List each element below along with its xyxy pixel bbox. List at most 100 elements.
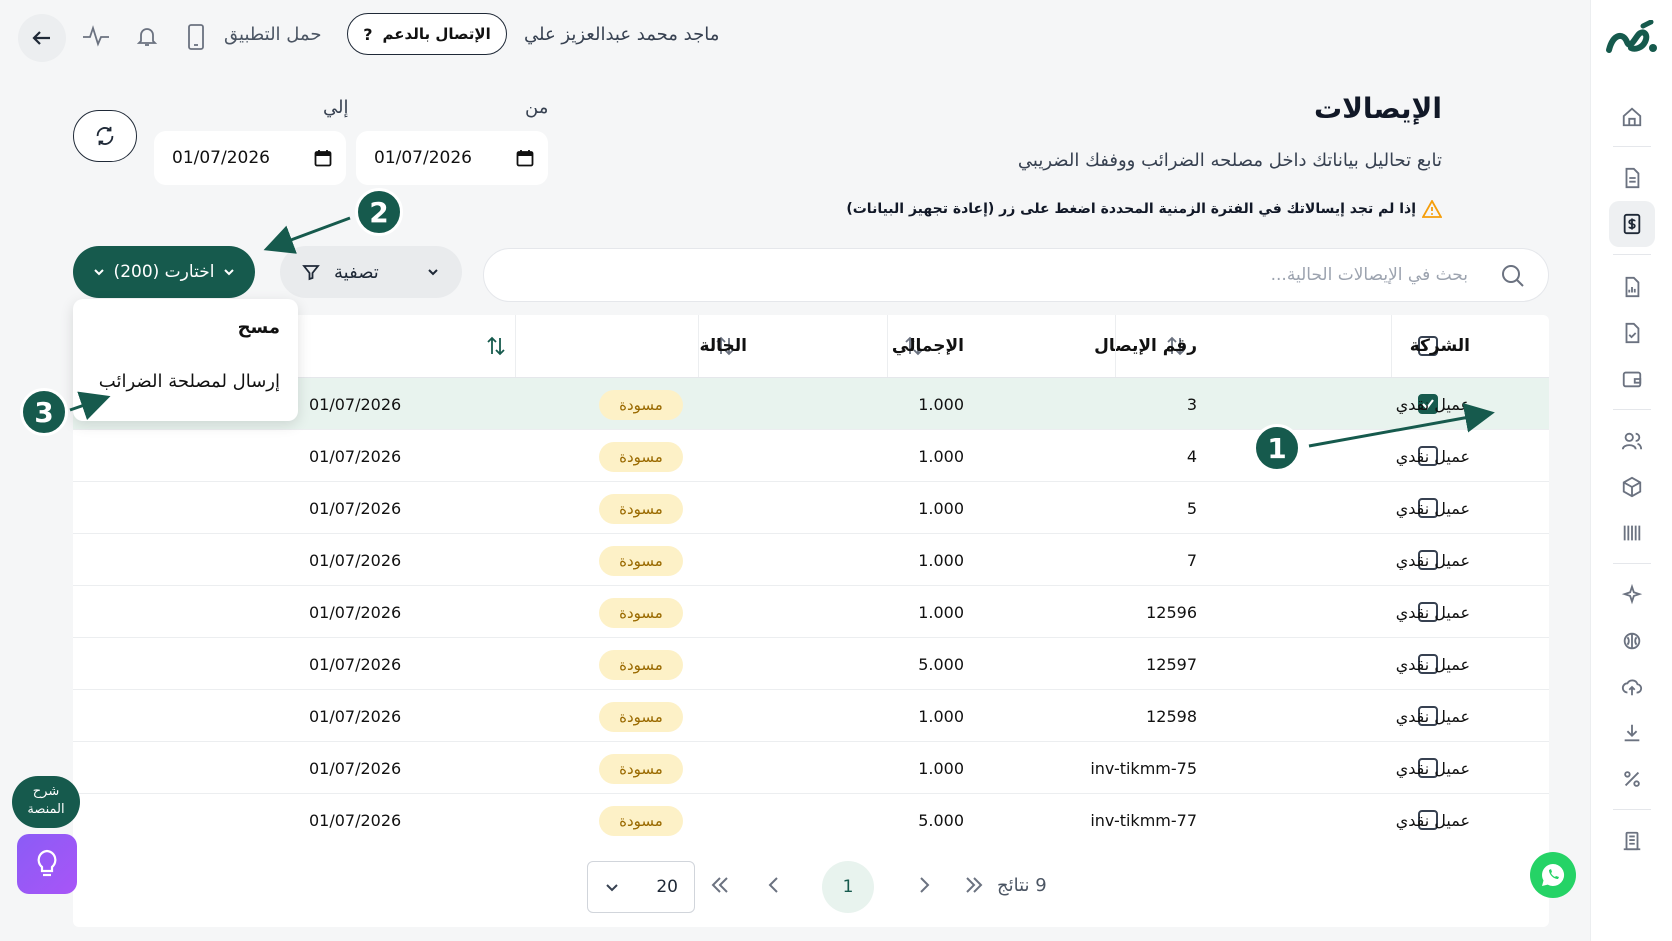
table-row[interactable]: عميل نقدي 12598 1.000 مسودة 01/07/2026 [73,690,1549,742]
sidebar-item-upload[interactable] [1609,664,1655,710]
platform-guide-button[interactable]: شرح المنصة [12,776,80,828]
users-icon [1621,430,1643,452]
pagination: 20 1 9 نتائج [73,855,1549,915]
from-date-input[interactable]: 01/07/2026 [356,131,548,185]
sidebar-item-reports[interactable] [1609,264,1655,310]
sidebar-item-branches[interactable] [1609,818,1655,864]
cell-total: 1.000 [918,550,964,570]
status-badge: مسودة [599,494,683,524]
table-row[interactable]: عميل نقدي 7 1.000 مسودة 01/07/2026 [73,534,1549,586]
table-row[interactable]: عميل نقدي 12596 1.000 مسودة 01/07/2026 [73,586,1549,638]
to-date-input[interactable]: 01/07/2026 [154,131,346,185]
table-row[interactable]: عميل نقدي inv-tikmm-77 5.000 مسودة 01/07… [73,794,1549,846]
warning-text: إذا لم تجد إيسالاتك في الفترة الزمنية ال… [846,201,1416,217]
cell-date: 01/07/2026 [309,446,402,466]
document-icon [1621,167,1643,189]
cell-date: 01/07/2026 [309,394,402,414]
bulk-actions-menu: مسح إرسال لمصلحة الضرائب [73,299,298,421]
user-name: ماجد محمد عبدالعزيز علي [524,24,720,45]
sidebar-item-customers[interactable] [1609,418,1655,464]
cell-date: 01/07/2026 [309,550,402,570]
cell-date: 01/07/2026 [309,706,402,726]
sparkles-icon [1621,584,1643,606]
table-row[interactable]: عميل نقدي 12597 5.000 مسودة 01/07/2026 [73,638,1549,690]
sidebar-item-ai[interactable] [1609,572,1655,618]
cell-receipt-number: 4 [1186,446,1197,466]
cell-receipt-number: 12597 [1146,654,1197,674]
cell-date: 01/07/2026 [309,810,402,830]
sidebar-item-wallet[interactable] [1609,356,1655,402]
chevron-down-icon [426,265,440,279]
sort-icon[interactable] [485,315,507,377]
cell-company: عميل نقدي [1395,498,1470,518]
annotation-step-2: 2 [355,188,403,236]
to-date-value: 01/07/2026 [172,148,270,168]
building-icon [1621,830,1643,852]
first-page-icon[interactable] [709,875,731,895]
cell-receipt-number: 7 [1186,550,1197,570]
page-button-current[interactable]: 1 [822,861,874,913]
table-row[interactable]: عميل نقدي inv-tikmm-75 1.000 مسودة 01/07… [73,742,1549,794]
column-header-receipt-number[interactable]: رقم الإيصال [1094,315,1197,377]
table-row[interactable]: عميل نقدي 4 1.000 مسودة 01/07/2026 [73,430,1549,482]
download-app-link[interactable]: حمل التطبيق [224,24,321,45]
column-header-company[interactable]: الشركة [1410,315,1470,377]
sidebar-item-barcode[interactable] [1609,510,1655,556]
bell-icon[interactable] [135,24,159,48]
page-size-select[interactable]: 20 [587,861,695,913]
from-date-value: 01/07/2026 [374,148,472,168]
column-header-total[interactable]: الإجمالي [892,315,964,377]
cell-receipt-number: 5 [1186,498,1197,518]
sidebar-item-products[interactable] [1609,464,1655,510]
sidebar-item-integrations[interactable] [1609,618,1655,664]
selected-actions-button[interactable]: اختارت (200) [73,246,255,298]
calendar-icon[interactable] [314,149,332,167]
cell-total: 1.000 [918,602,964,622]
search-input[interactable]: بحث في الإيصالات الحالية... [483,248,1549,302]
cell-company: عميل نقدي [1395,758,1470,778]
refresh-data-button[interactable] [73,110,137,162]
prev-page-icon[interactable] [767,875,781,895]
cell-date: 01/07/2026 [309,602,402,622]
sidebar-item-download[interactable] [1609,710,1655,756]
contact-support-button[interactable]: ? الإتصال بالدعم [347,13,507,55]
annotation-step-1: 1 [1253,424,1301,472]
from-label: من [525,97,549,118]
lightbulb-icon [34,849,60,879]
column-header-status[interactable]: الحالة [699,315,747,377]
last-page-icon[interactable] [963,875,985,895]
status-badge: مسودة [599,650,683,680]
cell-total: 5.000 [918,810,964,830]
status-badge: مسودة [599,442,683,472]
activity-icon[interactable] [82,24,110,48]
cell-date: 01/07/2026 [309,654,402,674]
menu-item-send-to-tax[interactable]: إرسال لمصلحة الضرائب [99,371,280,392]
home-icon [1621,106,1643,128]
whatsapp-button[interactable] [1530,852,1576,898]
guide-label-line1: شرح [32,784,60,799]
cell-total: 5.000 [918,654,964,674]
question-icon: ? [363,24,373,44]
table-row[interactable]: عميل نقدي 5 1.000 مسودة 01/07/2026 [73,482,1549,534]
sidebar-item-receipts[interactable] [1609,201,1655,247]
annotation-step-3: 3 [20,388,68,436]
sidebar-item-invoices[interactable] [1609,155,1655,201]
cell-company: عميل نقدي [1395,550,1470,570]
download-icon [1621,722,1643,744]
calendar-icon[interactable] [516,149,534,167]
tips-button[interactable] [17,834,77,894]
next-page-icon[interactable] [917,875,931,895]
cell-receipt-number: 3 [1186,394,1197,414]
chevron-down-icon [92,265,106,279]
sidebar-item-home[interactable] [1609,94,1655,140]
menu-item-clear[interactable]: مسح [238,317,280,338]
brand-logo[interactable] [1605,20,1659,64]
dollar-document-icon [1621,213,1643,235]
back-button[interactable] [18,14,66,62]
filter-button[interactable]: تصفية [280,246,462,298]
sidebar [1590,0,1672,941]
phone-icon[interactable] [186,24,206,50]
sidebar-item-approved[interactable] [1609,310,1655,356]
sidebar-item-taxes[interactable] [1609,756,1655,802]
cloud-upload-icon [1621,676,1643,698]
